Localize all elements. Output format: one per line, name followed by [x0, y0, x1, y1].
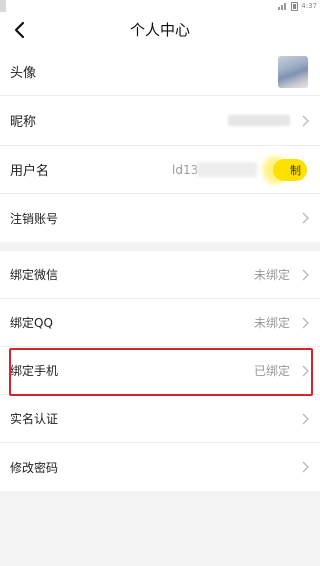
real-name-auth-label: 实名认证: [10, 412, 59, 426]
bind-wechat-label: 绑定微信: [10, 268, 59, 282]
change-password-row[interactable]: 修改密码: [0, 443, 320, 491]
chevron-right-icon: [302, 212, 309, 224]
change-password-label: 修改密码: [10, 460, 59, 475]
avatar-label: 头像: [10, 66, 37, 81]
bind-wechat-status: 未绑定: [253, 268, 290, 282]
avatar-row[interactable]: 头像: [0, 48, 320, 96]
status-icons: 4:37: [278, 0, 317, 12]
username-redacted: [197, 162, 257, 177]
copy-button[interactable]: 制: [273, 159, 307, 181]
nickname-value-redacted: [228, 115, 290, 126]
cancel-account-label: 注销账号: [10, 211, 59, 226]
cancel-account-row[interactable]: 注销账号: [0, 194, 320, 242]
top-navigation-bar: 个人中心: [0, 12, 320, 48]
nickname-label: 昵称: [10, 115, 37, 130]
chevron-right-icon: [302, 365, 309, 376]
chevron-right-icon: [302, 115, 309, 126]
status-bar-left-marker: [0, 0, 6, 12]
status-time: 4:37: [301, 2, 317, 10]
signal-icon: [278, 2, 288, 10]
bindings-section: 绑定微信 未绑定 绑定QQ 未绑定 绑定手机 已绑定 实名认证 修改密码: [0, 251, 320, 491]
username-value: ld13: [172, 162, 199, 177]
bind-phone-label: 绑定手机: [10, 364, 59, 378]
chevron-right-icon: [302, 461, 309, 473]
profile-section: 头像 昵称 用户名 ld13 制 注销账号: [0, 48, 320, 242]
bind-phone-status: 已绑定: [253, 364, 290, 378]
nickname-row[interactable]: 昵称: [0, 96, 320, 146]
page-title: 个人中心: [129, 21, 190, 39]
bind-qq-status: 未绑定: [253, 316, 290, 330]
chevron-right-icon: [302, 413, 309, 424]
avatar[interactable]: [278, 56, 308, 88]
chevron-right-icon: [302, 317, 309, 328]
bind-qq-label: 绑定QQ: [10, 316, 53, 330]
bind-wechat-row[interactable]: 绑定微信 未绑定: [0, 251, 320, 299]
status-bar: 4:37: [0, 0, 320, 12]
bind-phone-row[interactable]: 绑定手机 已绑定: [0, 347, 320, 395]
username-label: 用户名: [10, 164, 50, 179]
battery-icon: [291, 1, 299, 11]
chevron-right-icon: [302, 269, 309, 280]
bind-qq-row[interactable]: 绑定QQ 未绑定: [0, 299, 320, 347]
username-row: 用户名 ld13 制: [0, 146, 320, 194]
real-name-auth-row[interactable]: 实名认证: [0, 395, 320, 443]
